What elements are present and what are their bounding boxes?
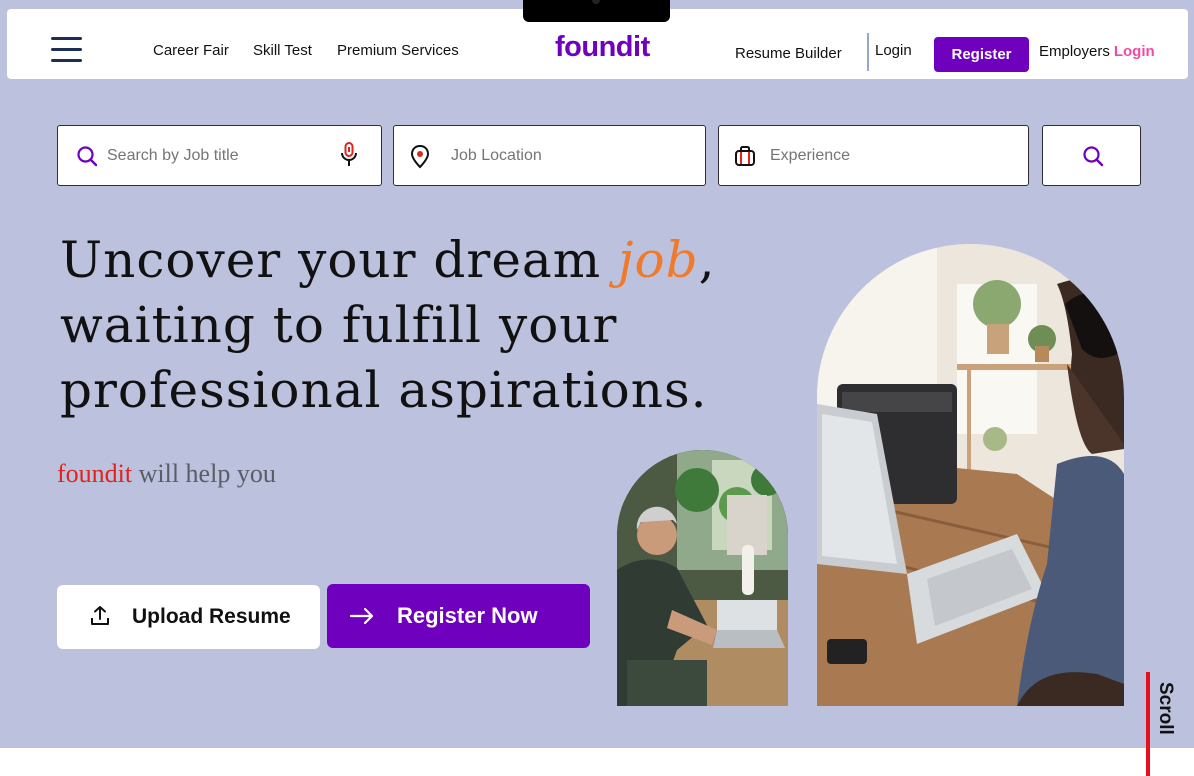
headline-accent-job: job	[618, 231, 699, 289]
login-link[interactable]: Login	[875, 42, 912, 59]
experience-input[interactable]	[770, 145, 1000, 167]
hero-headline: Uncover your dream job, waiting to fulfi…	[60, 228, 880, 423]
employers-area: Employers Login	[1039, 43, 1155, 60]
nav-skill-test[interactable]: Skill Test	[253, 42, 312, 59]
briefcase-icon	[735, 146, 755, 166]
foundit-logo[interactable]: foundit	[555, 31, 650, 64]
job-title-field[interactable]	[57, 125, 382, 186]
employers-login-link[interactable]: Login	[1114, 43, 1155, 60]
logo-text: foundit	[555, 31, 650, 63]
tagline-rest: will help you	[132, 459, 276, 488]
hero-photo-man-laptop	[817, 244, 1124, 706]
nav-premium-services[interactable]: Premium Services	[337, 42, 459, 59]
tagline-brand: foundit	[57, 459, 133, 488]
nav-divider	[867, 33, 869, 71]
microphone-icon[interactable]	[340, 142, 358, 168]
search-button[interactable]	[1042, 125, 1141, 186]
location-pin-icon	[410, 144, 430, 169]
hero-tagline: foundit will help you	[57, 459, 276, 489]
job-title-input[interactable]	[107, 145, 327, 167]
upload-resume-button[interactable]: Upload Resume	[57, 585, 320, 649]
register-now-label: Register Now	[397, 603, 538, 628]
job-location-field[interactable]	[393, 125, 706, 186]
arrow-right-icon	[349, 607, 374, 625]
hero-photo-man-working	[617, 450, 788, 706]
nav-resume-builder[interactable]: Resume Builder	[735, 45, 842, 62]
register-now-button[interactable]: Register Now	[327, 584, 590, 648]
register-button[interactable]: Register	[934, 37, 1029, 72]
upload-icon	[91, 606, 109, 625]
search-icon	[77, 146, 98, 167]
scroll-label[interactable]: Scroll	[1154, 682, 1176, 735]
employers-label: Employers	[1039, 43, 1110, 60]
nav-career-fair[interactable]: Career Fair	[153, 42, 229, 59]
headline-part1: Uncover your dream	[60, 231, 619, 289]
menu-icon[interactable]	[51, 37, 82, 63]
upload-resume-label: Upload Resume	[132, 605, 291, 628]
job-location-input[interactable]	[451, 145, 681, 167]
experience-field[interactable]	[718, 125, 1029, 186]
search-icon	[1083, 146, 1104, 167]
scroll-indicator-line	[1146, 672, 1150, 776]
camera-notch	[523, 0, 670, 22]
